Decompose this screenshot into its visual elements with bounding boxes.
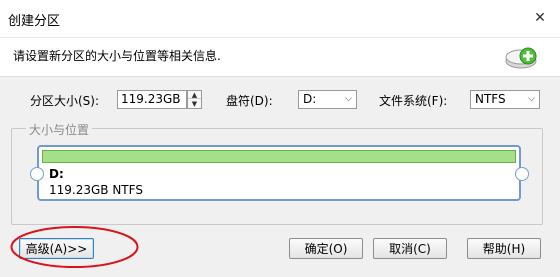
add-partition-icon [505,47,537,69]
close-icon: ✕ [534,10,546,26]
spin-down-icon[interactable]: ▼ [188,100,201,108]
chevron-down-icon: ⌵ [528,94,535,104]
size-input[interactable]: 119.23GB [117,90,187,109]
resize-handle-left[interactable] [30,167,44,181]
chevron-down-icon: ⌵ [345,94,352,104]
size-spinner[interactable]: ▲ ▼ [187,90,202,109]
group-title: 大小与位置 [26,121,93,138]
file-system-select[interactable]: NTFS ⌵ [470,90,540,109]
spin-up-icon[interactable]: ▲ [188,91,201,99]
cancel-button[interactable]: 取消(C) [373,238,447,259]
drive-letter-label: 盘符(D): [226,94,273,108]
file-system-value: NTFS [475,92,506,106]
resize-handle-right[interactable] [515,167,529,181]
close-button[interactable]: ✕ [528,6,552,30]
dialog-header: 请设置新分区的大小与位置等相关信息. [0,38,560,76]
window-title: 创建分区 [8,14,61,29]
drive-letter-value: D: [303,92,317,106]
header-instruction: 请设置新分区的大小与位置等相关信息. [13,49,221,63]
partition-drive: D: [49,167,64,181]
help-button[interactable]: 帮助(H) [467,238,541,259]
partition-usage-bar [42,150,516,163]
ok-button[interactable]: 确定(O) [289,238,363,259]
size-label: 分区大小(S): [30,94,100,108]
highlight-ellipse-annotation [10,226,139,268]
file-system-label: 文件系统(F): [379,94,448,108]
partition-block[interactable]: D: 119.23GB NTFS [37,145,521,201]
partition-info: 119.23GB NTFS [49,183,143,197]
drive-letter-select[interactable]: D: ⌵ [298,90,357,109]
title-bar: 创建分区 ✕ [0,0,560,38]
